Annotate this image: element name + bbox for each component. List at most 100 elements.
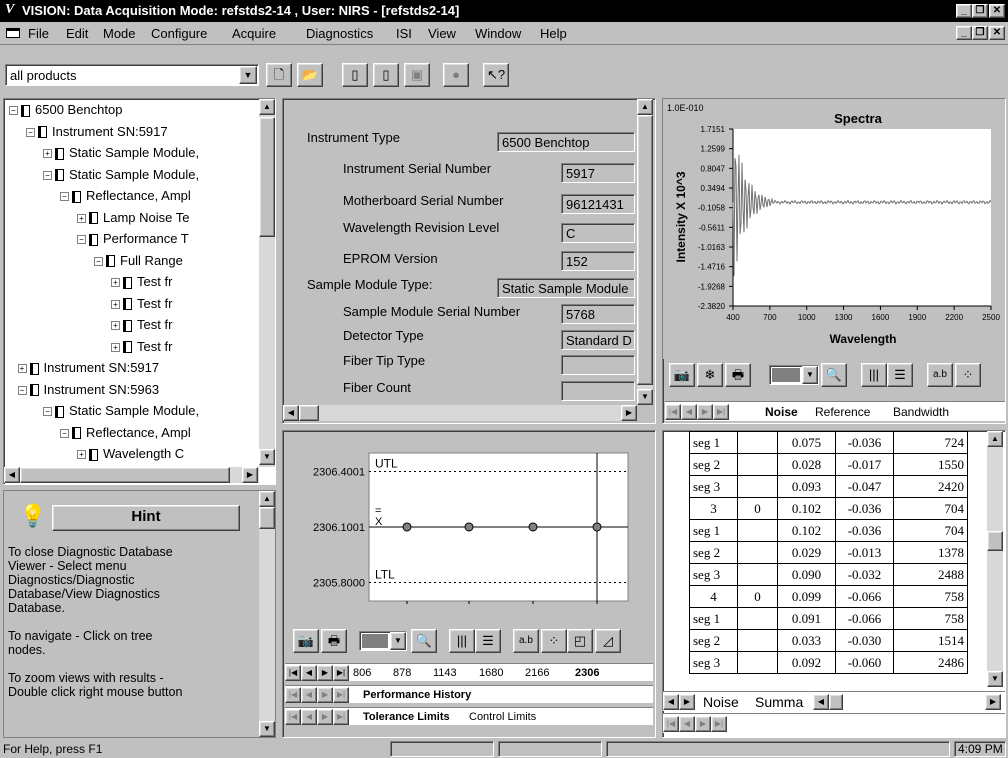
table-row[interactable]: seg 1 0.075 -0.036 724	[689, 431, 968, 454]
hint-vscroll[interactable]: ▲ ▼	[259, 491, 275, 737]
next-tab-icon[interactable]: ▶	[317, 665, 333, 681]
scroll-up-icon[interactable]: ▲	[637, 99, 653, 115]
menu-mode[interactable]: Mode	[103, 26, 136, 41]
tree-node[interactable]: + Test fr	[111, 296, 172, 311]
tab-wl-2166[interactable]: 2166	[525, 667, 549, 679]
menu-acquire[interactable]: Acquire	[232, 26, 276, 41]
menu-diagnostics[interactable]: Diagnostics	[306, 26, 373, 41]
copy-icon[interactable]: ▯	[342, 63, 368, 87]
scroll-left-icon[interactable]: ◀	[4, 467, 20, 483]
points-icon[interactable]: ⁘	[541, 629, 567, 653]
prev-tab-icon[interactable]: ◀	[681, 404, 697, 420]
last-tab-icon[interactable]: ▶|	[333, 687, 349, 703]
collapse-icon[interactable]: −	[26, 127, 35, 137]
scroll-down-icon[interactable]: ▼	[987, 671, 1003, 687]
camera-icon[interactable]: 📷	[293, 629, 319, 653]
expand-icon[interactable]: +	[77, 213, 86, 223]
first-tab-icon[interactable]: |◀	[285, 687, 301, 703]
scroll-up-icon[interactable]: ▲	[987, 431, 1003, 447]
vertical-grid-icon[interactable]: |||	[449, 629, 475, 653]
table-row[interactable]: 3 0 0.102 -0.036 704	[689, 497, 968, 520]
area-chart-icon[interactable]: ◿	[595, 629, 621, 653]
tree-node[interactable]: + Static Sample Module,	[43, 145, 199, 160]
expand-icon[interactable]: +	[111, 321, 120, 331]
print-icon[interactable]: 🖶	[725, 363, 751, 387]
open-folder-icon[interactable]: 📂	[297, 63, 323, 87]
tree-node[interactable]: + Instrument SN:5917	[17, 360, 159, 375]
last-tab-icon[interactable]: ▶|	[711, 716, 727, 732]
scroll-right-icon[interactable]: ▶	[985, 694, 1001, 710]
mdi-restore-icon[interactable]: ❐	[972, 26, 988, 40]
next-tab-icon[interactable]: ▶	[317, 687, 333, 703]
color-select[interactable]: ▼	[769, 365, 819, 385]
next-tab-icon[interactable]: ▶	[695, 716, 711, 732]
first-tab-icon[interactable]: |◀	[665, 404, 681, 420]
menu-configure[interactable]: Configure	[151, 26, 207, 41]
tab-wl-1680[interactable]: 1680	[479, 667, 503, 679]
first-tab-icon[interactable]: |◀	[663, 716, 679, 732]
expand-icon[interactable]: +	[17, 364, 27, 374]
next-tab-icon[interactable]: ▶	[317, 709, 333, 725]
close-icon[interactable]: ✕	[989, 4, 1005, 18]
tree-view[interactable]: −6500 Benchtop − Instrument SN:5917 + Static…	[3, 98, 276, 485]
scroll-up-icon[interactable]: ▲	[259, 491, 275, 507]
prev-tab-icon[interactable]: ◀	[301, 687, 317, 703]
label-icon[interactable]: a.b	[927, 363, 953, 387]
scroll-down-icon[interactable]: ▼	[259, 721, 275, 737]
menu-edit[interactable]: Edit	[66, 26, 88, 41]
expand-icon[interactable]: +	[111, 342, 120, 352]
table-row[interactable]: seg 3 0.090 -0.032 2488	[689, 563, 968, 586]
hscroll-thumb[interactable]	[20, 467, 230, 483]
scroll-left-icon[interactable]: ◀	[813, 694, 829, 710]
tree-node[interactable]: − Reflectance, Ampl	[60, 425, 191, 440]
prev-tab-icon[interactable]: ◀	[301, 709, 317, 725]
tree-node[interactable]: − Static Sample Module,	[43, 167, 199, 182]
tree-node[interactable]: + Test fr	[111, 339, 172, 354]
tab-control-limits[interactable]: Control Limits	[469, 711, 536, 723]
tree-node[interactable]: − Reflectance, Ampl	[60, 188, 191, 203]
tree-node[interactable]: − Static Sample Module,	[43, 403, 199, 418]
collapse-icon[interactable]: −	[77, 235, 86, 245]
label-icon[interactable]: a.b	[513, 629, 539, 653]
scroll-down-icon[interactable]: ▼	[259, 449, 275, 465]
tab-wl-806[interactable]: 806	[353, 667, 371, 679]
tree-node[interactable]: − Full Range	[94, 253, 183, 268]
table-vscroll[interactable]: ▲ ▼	[987, 431, 1003, 687]
snowflake-icon[interactable]: ❄	[697, 363, 723, 387]
menu-window[interactable]: Window	[475, 26, 521, 41]
mdi-close-icon[interactable]: ✕	[989, 26, 1005, 40]
tab-wl-2306[interactable]: 2306	[575, 667, 599, 679]
mdi-minimize-icon[interactable]: _	[956, 26, 972, 40]
tree-node[interactable]: + Lamp Noise Te	[77, 210, 189, 225]
table-row[interactable]: seg 3 0.093 -0.047 2420	[689, 475, 968, 498]
color-select[interactable]: ▼	[359, 631, 407, 651]
collapse-icon[interactable]: −	[94, 256, 103, 266]
hint-title-button[interactable]: Hint	[52, 505, 240, 531]
table-row[interactable]: seg 2 0.029 -0.013 1378	[689, 541, 968, 564]
tab-summary[interactable]: Summa	[755, 694, 803, 710]
tab-tolerance-limits[interactable]: Tolerance Limits	[363, 711, 450, 723]
table-row[interactable]: seg 2 0.033 -0.030 1514	[689, 629, 968, 652]
collapse-icon[interactable]: −	[43, 407, 52, 417]
tree-node[interactable]: + Test fr	[111, 274, 172, 289]
tab-performance-history[interactable]: Performance History	[363, 689, 471, 701]
horizontal-grid-icon[interactable]: ☰	[887, 363, 913, 387]
table-row[interactable]: seg 1 0.102 -0.036 704	[689, 519, 968, 542]
prev-tab-icon[interactable]: ◀	[679, 716, 695, 732]
paste-icon[interactable]: ▯	[373, 63, 399, 87]
tree-node[interactable]: + Wavelength C	[77, 446, 184, 461]
hscroll-thumb[interactable]	[829, 694, 843, 710]
tree-node[interactable]: − 6500 Benchtop	[9, 102, 122, 117]
scroll-thumb[interactable]	[259, 507, 275, 529]
table-row[interactable]: seg 2 0.028 -0.017 1550	[689, 453, 968, 476]
scroll-right-icon[interactable]: ▶	[242, 467, 258, 483]
points-icon[interactable]: ⁘	[955, 363, 981, 387]
tree-hscroll[interactable]: ◀ ▶	[4, 467, 259, 483]
menu-isi[interactable]: ISI	[396, 26, 412, 41]
restore-icon[interactable]: ❐	[972, 4, 988, 18]
scroll-thumb[interactable]	[987, 531, 1003, 551]
info-vscroll[interactable]: ▲ ▼	[637, 99, 653, 405]
menu-help[interactable]: Help	[540, 26, 567, 41]
tab-noise[interactable]: Noise	[703, 694, 739, 710]
context-help-icon[interactable]: ↖?	[483, 63, 509, 87]
